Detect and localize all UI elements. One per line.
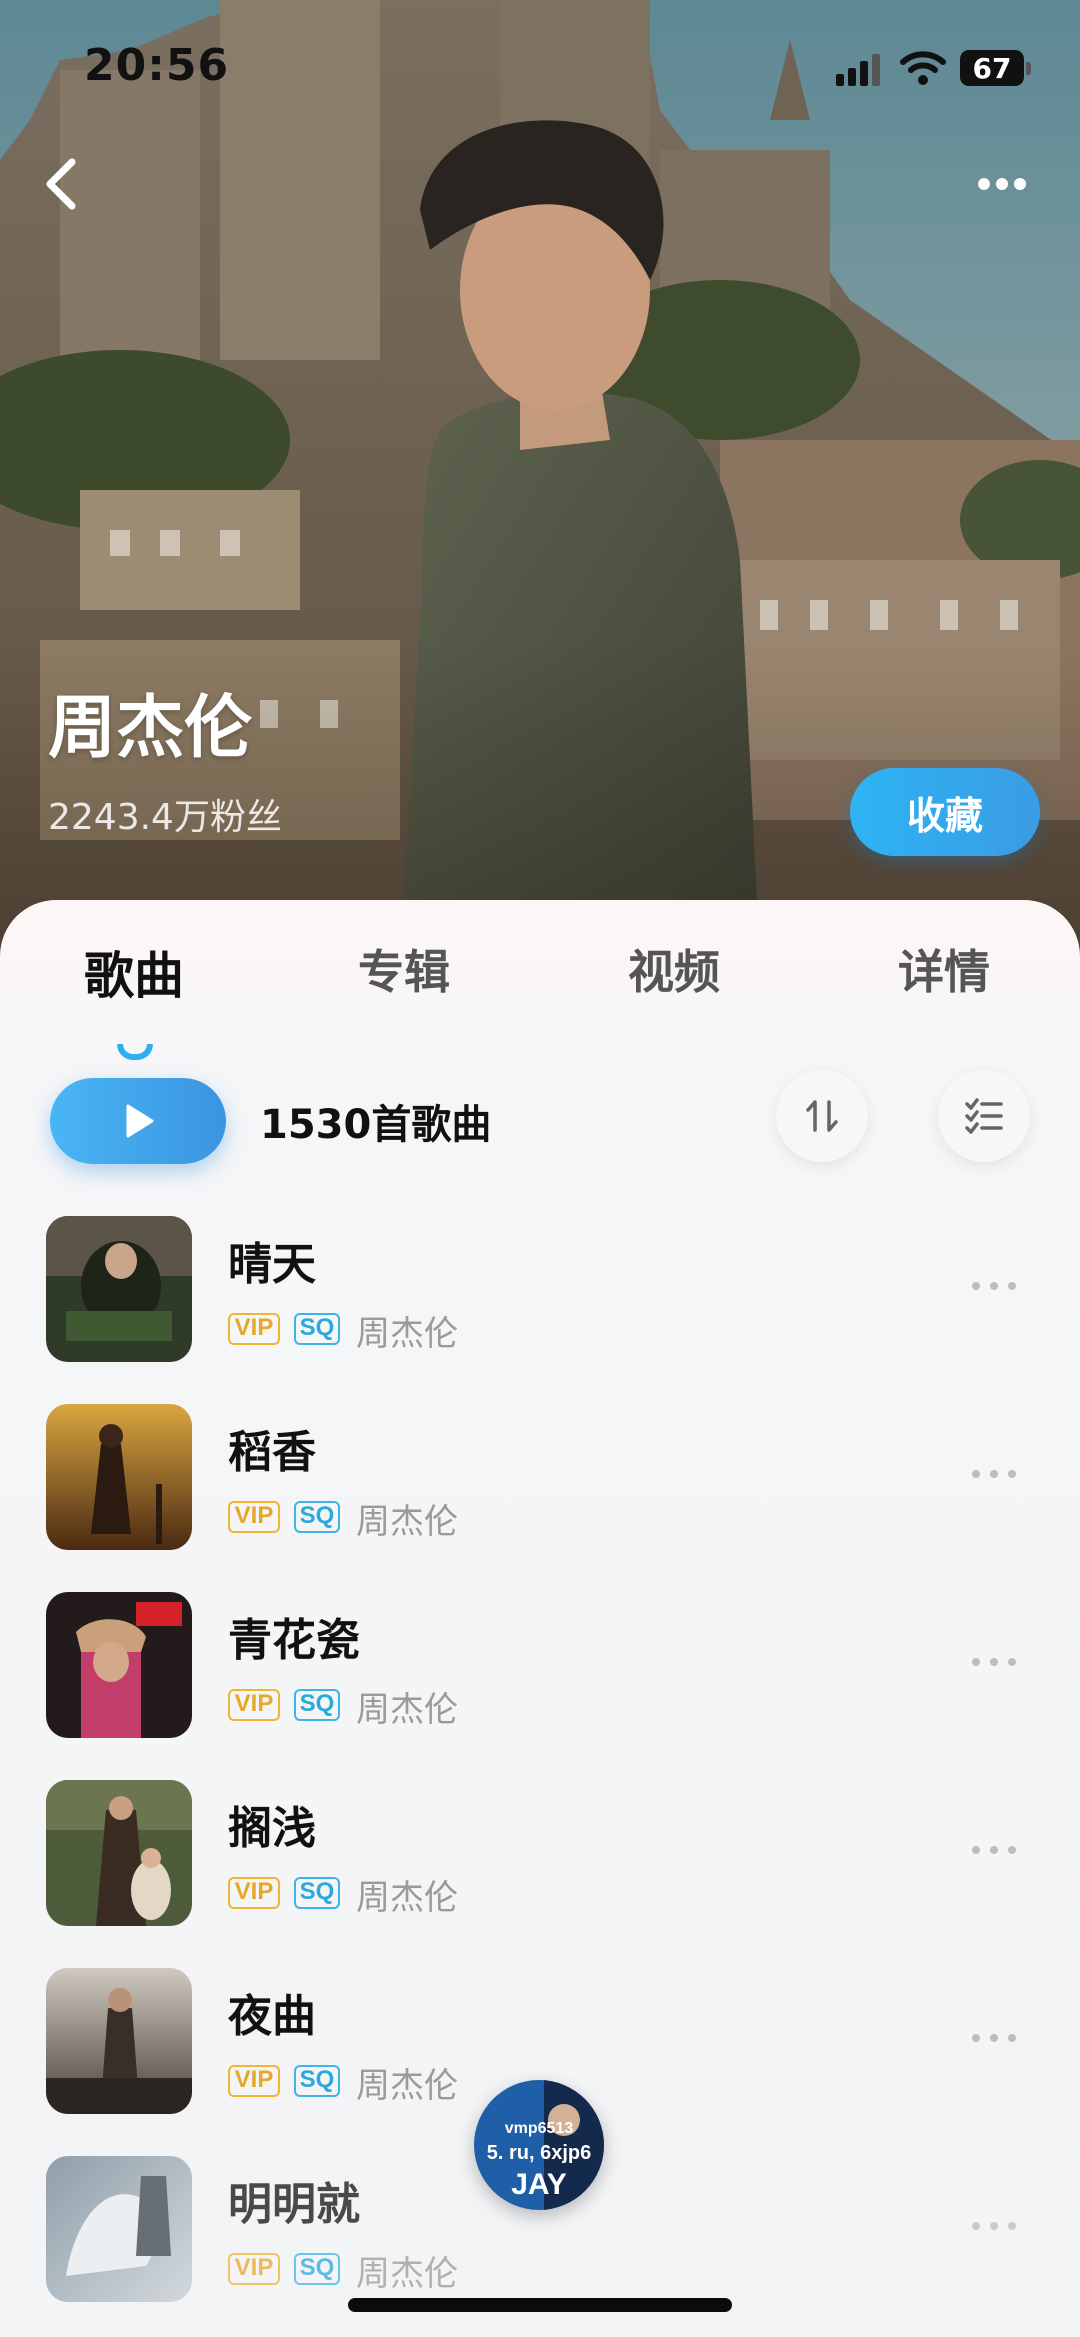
wifi-icon xyxy=(900,51,946,85)
song-more-button[interactable] xyxy=(972,1652,1016,1672)
tab-details[interactable]: 详情 xyxy=(844,936,1044,1002)
song-row[interactable]: 晴天 VIP SQ 周杰伦 xyxy=(0,1216,1080,1404)
album-cover xyxy=(46,1592,192,1738)
vip-badge: VIP xyxy=(228,1877,280,1909)
song-more-button[interactable] xyxy=(972,1276,1016,1296)
home-indicator xyxy=(348,2298,732,2312)
play-icon xyxy=(126,1104,154,1138)
sq-badge: SQ xyxy=(294,1689,340,1721)
song-more-button[interactable] xyxy=(972,1840,1016,1860)
more-icon xyxy=(972,2034,980,2042)
song-artist: 周杰伦 xyxy=(356,1314,458,1354)
sq-badge: SQ xyxy=(294,1313,340,1345)
battery-icon: 67 xyxy=(960,50,1024,86)
song-more-button[interactable] xyxy=(972,2028,1016,2048)
song-count: 1530首歌曲 xyxy=(260,1102,492,1148)
sort-icon xyxy=(806,1100,838,1132)
fan-count: 2243.4万粉丝 xyxy=(48,797,282,838)
tab-videos[interactable]: 视频 xyxy=(574,936,774,1002)
more-icon xyxy=(972,2222,980,2230)
collect-button[interactable]: 收藏 xyxy=(850,768,1040,856)
signal-icon xyxy=(836,54,880,86)
more-icon xyxy=(978,178,990,190)
play-all-button[interactable] xyxy=(50,1078,226,1164)
song-artist: 周杰伦 xyxy=(356,2066,458,2106)
album-cover xyxy=(46,1216,192,1362)
song-title: 稻香 xyxy=(228,1427,316,1478)
battery-cap xyxy=(1026,62,1031,75)
album-cover xyxy=(46,1780,192,1926)
sq-badge: SQ xyxy=(294,2065,340,2097)
mini-player-text: JAY xyxy=(511,2168,567,2201)
song-title: 青花瓷 xyxy=(228,1615,360,1666)
back-icon xyxy=(46,158,76,210)
vip-badge: VIP xyxy=(228,2253,280,2285)
sort-button[interactable] xyxy=(776,1070,868,1162)
song-title: 明明就 xyxy=(228,2179,360,2230)
vip-badge: VIP xyxy=(228,1689,280,1721)
vip-badge: VIP xyxy=(228,1313,280,1345)
status-bar: 20:56 67 xyxy=(0,0,1080,130)
tab-indicator xyxy=(117,1044,153,1060)
mini-player-text: vmp6513 xyxy=(504,2120,574,2137)
song-artist: 周杰伦 xyxy=(356,1502,458,1542)
tab-songs[interactable]: 歌曲 xyxy=(34,936,234,1008)
tab-bar: 歌曲 专辑 视频 详情 xyxy=(0,936,1080,1060)
album-cover xyxy=(46,2156,192,2302)
more-icon xyxy=(972,1470,980,1478)
song-row[interactable]: 青花瓷 VIP SQ 周杰伦 xyxy=(0,1592,1080,1780)
album-cover xyxy=(46,1968,192,2114)
mini-player[interactable]: vmp6513 5. ru, 6xjp6 JAY xyxy=(474,2080,604,2210)
artist-name: 周杰伦 xyxy=(48,689,253,768)
vip-badge: VIP xyxy=(228,1501,280,1533)
song-title: 晴天 xyxy=(228,1239,316,1290)
more-icon xyxy=(972,1282,980,1290)
song-title: 搁浅 xyxy=(228,1803,316,1854)
song-row[interactable]: 稻香 VIP SQ 周杰伦 xyxy=(0,1404,1080,1592)
status-time: 20:56 xyxy=(84,40,230,91)
album-cover xyxy=(46,1404,192,1550)
tab-albums[interactable]: 专辑 xyxy=(304,936,504,1002)
song-more-button[interactable] xyxy=(972,1464,1016,1484)
vip-badge: VIP xyxy=(228,2065,280,2097)
multi-select-icon xyxy=(965,1098,1003,1134)
multi-select-button[interactable] xyxy=(938,1070,1030,1162)
sq-badge: SQ xyxy=(294,1501,340,1533)
song-more-button[interactable] xyxy=(972,2216,1016,2236)
song-artist: 周杰伦 xyxy=(356,1690,458,1730)
song-artist: 周杰伦 xyxy=(356,2254,458,2294)
song-artist: 周杰伦 xyxy=(356,1878,458,1918)
more-button[interactable] xyxy=(970,156,1034,212)
more-icon xyxy=(972,1658,980,1666)
more-icon xyxy=(972,1846,980,1854)
mini-player-text: 5. ru, 6xjp6 xyxy=(486,2142,592,2164)
song-row[interactable]: 搁浅 VIP SQ 周杰伦 xyxy=(0,1780,1080,1968)
back-button[interactable] xyxy=(28,148,100,220)
sq-badge: SQ xyxy=(294,1877,340,1909)
song-title: 夜曲 xyxy=(228,1991,316,2042)
sq-badge: SQ xyxy=(294,2253,340,2285)
